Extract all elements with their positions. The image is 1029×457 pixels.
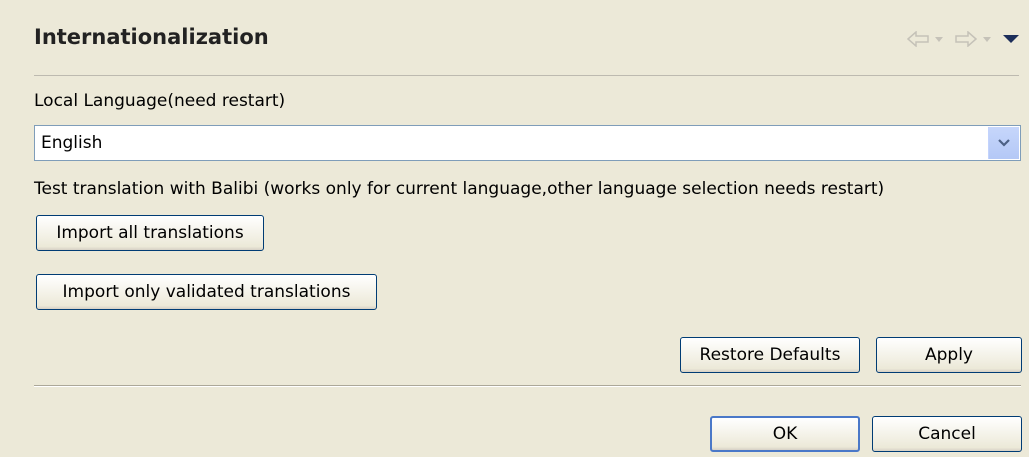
history-navigation <box>907 26 1019 52</box>
language-select-value: English <box>41 133 103 153</box>
back-button[interactable] <box>907 26 943 52</box>
forward-arrow-icon <box>955 31 977 47</box>
page-title: Internationalization <box>34 25 269 49</box>
view-menu-button[interactable] <box>1003 26 1019 52</box>
view-menu-icon <box>1003 35 1019 43</box>
back-arrow-icon <box>907 31 929 47</box>
page-header: Internationalization <box>0 0 1029 78</box>
translation-note: Test translation with Balibi (works only… <box>34 179 885 199</box>
dialog-separator-highlight <box>34 386 1021 387</box>
forward-menu-icon[interactable] <box>983 37 991 43</box>
forward-button[interactable] <box>955 26 991 52</box>
language-select[interactable]: English <box>34 125 1021 161</box>
language-dropdown-button[interactable] <box>988 127 1019 159</box>
local-language-label: Local Language(need restart) <box>34 91 286 111</box>
header-separator <box>34 75 1019 76</box>
chevron-down-icon <box>998 139 1010 147</box>
import-all-translations-button[interactable]: Import all translations <box>36 215 264 251</box>
preferences-page: Internationalization Local Language(need… <box>0 0 1029 457</box>
restore-defaults-button[interactable]: Restore Defaults <box>680 337 860 373</box>
cancel-button[interactable]: Cancel <box>872 416 1022 452</box>
back-menu-icon[interactable] <box>935 37 943 43</box>
apply-button[interactable]: Apply <box>876 337 1022 373</box>
ok-button[interactable]: OK <box>710 416 860 452</box>
import-validated-translations-button[interactable]: Import only validated translations <box>36 274 377 310</box>
